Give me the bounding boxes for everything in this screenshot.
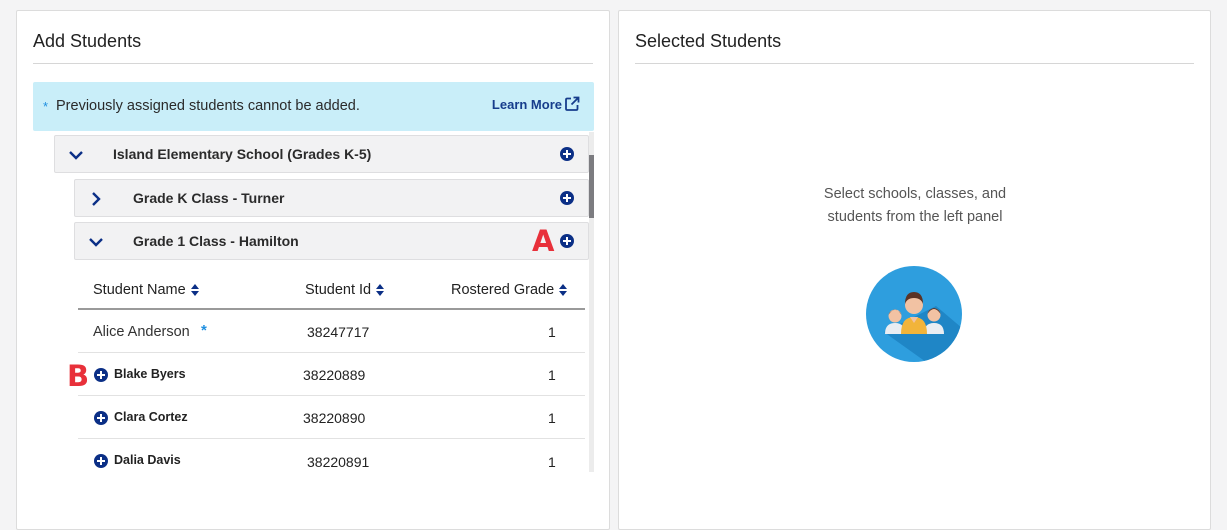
add-school-icon[interactable] — [560, 147, 574, 161]
column-header-student-name[interactable]: Student Name — [93, 282, 199, 298]
student-name: Alice Anderson — [93, 324, 190, 340]
column-header-student-id[interactable]: Student Id — [305, 282, 385, 298]
sort-icon — [190, 284, 199, 297]
row-divider — [78, 352, 585, 353]
add-class-icon[interactable] — [560, 191, 574, 205]
column-header-label: Student Name — [93, 282, 186, 298]
chevron-down-icon[interactable] — [87, 233, 105, 251]
student-grade: 1 — [548, 410, 556, 426]
table-header-divider — [78, 308, 585, 310]
asterisk-icon: * — [201, 322, 207, 339]
tree-row-class-1[interactable]: Grade 1 Class - Hamilton — [74, 222, 589, 260]
student-id: 38247717 — [307, 324, 370, 340]
student-id: 38220889 — [303, 367, 366, 383]
student-name: Blake Byers — [114, 367, 186, 381]
student-name: Clara Cortez — [114, 410, 188, 424]
school-label: Island Elementary School (Grades K-5) — [113, 146, 372, 162]
column-header-label: Student Id — [305, 282, 372, 298]
panel-title: Selected Students — [635, 31, 782, 51]
add-student-icon[interactable] — [94, 411, 108, 425]
student-grade: 1 — [548, 324, 556, 340]
chevron-right-icon[interactable] — [87, 190, 105, 208]
learn-more-link[interactable]: Learn More — [492, 97, 562, 112]
class-label: Grade 1 Class - Hamilton — [133, 233, 299, 249]
class-label: Grade K Class - Turner — [133, 190, 285, 206]
student-id: 38220891 — [307, 454, 370, 470]
scrollbar[interactable] — [589, 132, 594, 472]
panel-title: Add Students — [33, 31, 142, 51]
annotation-a: A — [532, 224, 555, 258]
add-class-icon[interactable] — [560, 234, 574, 248]
divider — [635, 63, 1194, 64]
sort-icon — [376, 284, 385, 297]
divider — [33, 63, 593, 64]
tree-row-school[interactable]: Island Elementary School (Grades K-5) — [54, 135, 589, 173]
sort-icon — [559, 284, 568, 297]
add-student-icon[interactable] — [94, 454, 108, 468]
column-header-rostered-grade[interactable]: Rostered Grade — [451, 282, 568, 298]
info-banner: * Previously assigned students cannot be… — [33, 82, 594, 131]
external-link-icon[interactable] — [564, 96, 580, 112]
tree-row-class-k[interactable]: Grade K Class - Turner — [74, 179, 589, 217]
row-divider — [78, 438, 585, 439]
selected-students-panel: Selected Students Select schools, classe… — [618, 10, 1211, 530]
scrollbar-thumb[interactable] — [589, 155, 594, 218]
student-id: 38220890 — [303, 410, 366, 426]
annotation-b: B — [67, 359, 90, 393]
row-divider — [78, 395, 585, 396]
add-students-panel: Add Students * Previously assigned stude… — [16, 10, 610, 530]
student-name: Dalia Davis — [114, 453, 181, 467]
column-header-label: Rostered Grade — [451, 282, 555, 298]
add-student-icon[interactable] — [94, 368, 108, 382]
empty-state-message: Select schools, classes, and students fr… — [823, 186, 1007, 225]
student-grade: 1 — [548, 454, 556, 470]
chevron-down-icon[interactable] — [67, 146, 85, 164]
students-group-icon — [866, 266, 962, 362]
asterisk-icon: * — [43, 99, 49, 114]
info-text: Previously assigned students cannot be a… — [56, 98, 360, 114]
student-grade: 1 — [548, 367, 556, 383]
